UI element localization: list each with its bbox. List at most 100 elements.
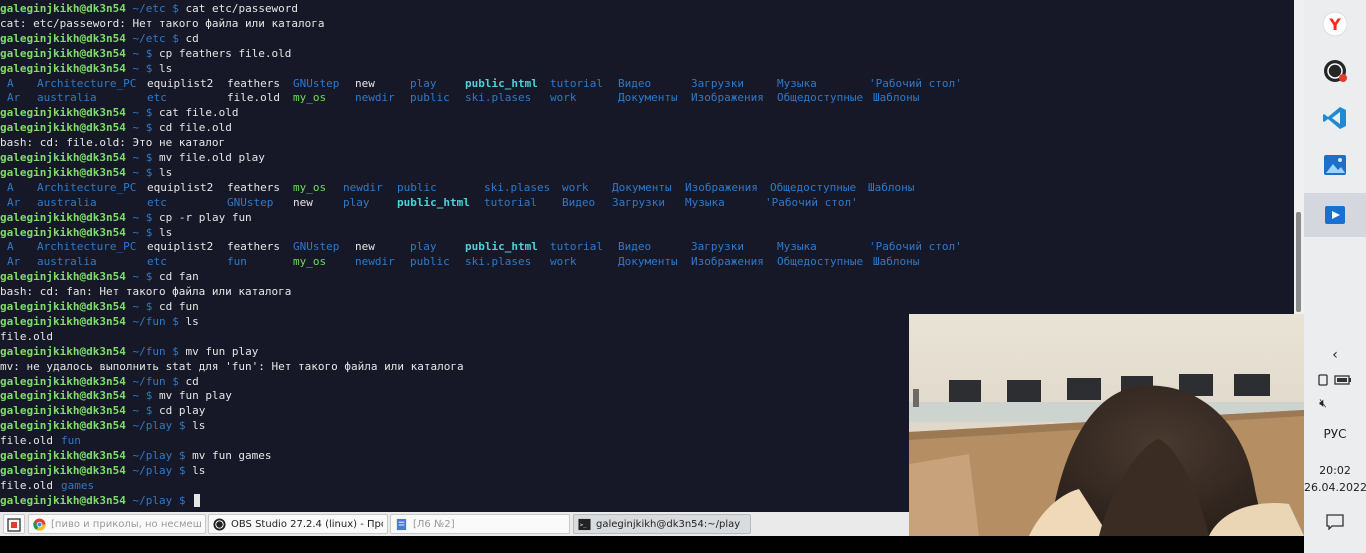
- ls-entry-directory: Загрузки: [612, 195, 665, 209]
- command-text: ls: [158, 225, 173, 239]
- prompt-symbol: $: [139, 46, 159, 60]
- ls-entry-directory: australia: [37, 255, 97, 269]
- clock-time[interactable]: 20:02: [1304, 464, 1366, 477]
- command-text: mv fun play: [158, 389, 232, 403]
- taskbar: [пиво и приколы, но несмешны... OBS Studi…: [0, 512, 909, 536]
- terminal-prompt-line: galeginjkikh@dk3n54 ~ $ cp feathers file…: [0, 46, 291, 61]
- prompt-symbol: $: [139, 121, 159, 135]
- prompt-symbol: $: [139, 404, 159, 418]
- prompt-user-host: galeginjkikh@dk3n54: [0, 106, 126, 120]
- prompt-user-host: galeginjkikh@dk3n54: [0, 374, 126, 388]
- chrome-icon: [33, 518, 46, 531]
- ls-entry-directory: Загрузки: [691, 76, 744, 90]
- terminal-output-line: bash: cd: fan: Нет такого файла или ката…: [0, 284, 291, 299]
- prompt-user-host: galeginjkikh@dk3n54: [0, 300, 126, 313]
- prompt-user-host: galeginjkikh@dk3n54: [0, 419, 126, 433]
- photos-dock-button-active[interactable]: [1304, 193, 1366, 237]
- prompt-path: ~/play: [125, 493, 173, 507]
- terminal-prompt-line: galeginjkikh@dk3n54 ~ $ mv fun play: [0, 388, 232, 403]
- prompt-path: ~: [125, 270, 140, 284]
- language-indicator[interactable]: РУС: [1304, 427, 1366, 441]
- prompt-path: ~: [125, 121, 140, 135]
- terminal-prompt-line: galeginjkikh@dk3n54 ~ $ ls: [0, 225, 172, 240]
- scrollbar-thumb[interactable]: [1296, 212, 1301, 312]
- taskbar-item-label: galeginjkikh@dk3n54:~/play: [596, 519, 741, 530]
- prompt-user-host: galeginjkikh@dk3n54: [0, 314, 126, 328]
- taskbar-item[interactable]: >_ galeginjkikh@dk3n54:~/play: [573, 514, 751, 534]
- ls-entry-directory: Музыка: [777, 76, 817, 90]
- terminal-prompt-line: galeginjkikh@dk3n54 ~ $ ls: [0, 61, 172, 76]
- ls-entry-directory: GNUstep: [227, 195, 274, 209]
- terminal-prompt-line: galeginjkikh@dk3n54 ~/play $ ls: [0, 463, 205, 478]
- prompt-user-host: galeginjkikh@dk3n54: [0, 270, 126, 284]
- ls-entry-file: file.old: [0, 434, 53, 448]
- svg-text:Y: Y: [1328, 15, 1341, 34]
- ls-output-row: A Architecture_PC equiplist2 feathers GNUste…: [0, 239, 1290, 254]
- ls-entry-file: feathers: [227, 180, 280, 194]
- ls-entry-directory: Музыка: [777, 240, 817, 254]
- bottom-bar: [0, 536, 1304, 553]
- ls-entry-directory: GNUstep: [293, 76, 340, 90]
- ls-entry-directory: ski.plases: [465, 255, 532, 269]
- vscode-dock-button[interactable]: [1311, 99, 1359, 137]
- prompt-path: ~/fun: [125, 314, 166, 328]
- ls-entry-directory: ski.plases: [465, 91, 532, 105]
- webcam-image: [909, 314, 1304, 536]
- command-text: mv file.old play: [158, 151, 265, 164]
- terminal-output-line: mv: не удалось выполнить stat для 'fun':…: [0, 359, 464, 374]
- taskbar-item[interactable]: OBS Studio 27.2.4 (linux) - Профи...: [208, 514, 388, 534]
- prompt-path: ~/play: [125, 419, 173, 433]
- chevron-left-icon[interactable]: ‹: [1304, 347, 1366, 363]
- device-battery-icon[interactable]: [1315, 372, 1355, 388]
- terminal-prompt-line: galeginjkikh@dk3n54 ~/etc $ cd: [0, 31, 199, 46]
- image-viewer-icon: [1324, 155, 1346, 175]
- obs-dock-button[interactable]: [1311, 52, 1359, 90]
- speaker-muted-icon[interactable]: 🔇︎: [1292, 396, 1354, 411]
- command-text: cat file.old: [158, 106, 239, 120]
- ls-entry-directory: newdir: [355, 91, 395, 105]
- output-text: cat: etc/passeword: Нет такого файла или…: [0, 16, 325, 30]
- prompt-symbol: $: [172, 463, 193, 477]
- prompt-user-host: galeginjkikh@dk3n54: [0, 493, 126, 507]
- output-text: bash: cd: file.old: Это не каталог: [0, 136, 226, 150]
- ls-output-row: Ar australia etc fun my_os newdir public ski.pl…: [0, 254, 1290, 269]
- taskbar-item[interactable]: [Л6 №2]: [390, 514, 570, 534]
- terminal-prompt-line: galeginjkikh@dk3n54 ~ $ cd fun: [0, 299, 199, 314]
- ls-entry-directory: public: [397, 180, 437, 194]
- clock-date[interactable]: 26.04.2022: [1304, 481, 1366, 494]
- taskbar-item[interactable]: [пиво и приколы, но несмешны...: [28, 514, 206, 534]
- prompt-path: ~: [125, 300, 140, 313]
- prompt-user-host: galeginjkikh@dk3n54: [0, 2, 126, 15]
- prompt-symbol: $: [172, 419, 193, 433]
- terminal-prompt-line: galeginjkikh@dk3n54 ~ $ cd file.old: [0, 120, 232, 135]
- prompt-path: ~/play: [125, 449, 173, 462]
- image-viewer-dock-button[interactable]: [1311, 146, 1359, 184]
- prompt-user-host: galeginjkikh@dk3n54: [0, 46, 126, 60]
- start-menu-button[interactable]: [3, 514, 25, 534]
- taskbar-item-label: [пиво и приколы, но несмешны...: [51, 519, 201, 530]
- ls-entry-directory: Architecture_PC: [37, 180, 137, 194]
- command-text: cp -r play fun: [158, 210, 252, 224]
- ls-entry-directory: ski.plases: [484, 180, 551, 194]
- ls-entry-directory: play: [410, 240, 437, 254]
- yandex-browser-button[interactable]: Y: [1311, 5, 1359, 43]
- ls-entry-directory: fun: [227, 255, 247, 269]
- ls-entry-directory: Музыка: [685, 195, 725, 209]
- terminal-prompt-line: galeginjkikh@dk3n54 ~ $ ls: [0, 165, 172, 180]
- terminal-cursor[interactable]: [194, 494, 201, 508]
- terminal-prompt-line: galeginjkikh@dk3n54 ~/play $: [0, 493, 201, 508]
- terminal-prompt-line: galeginjkikh@dk3n54 ~ $ cd fan: [0, 269, 199, 284]
- ls-entry-file: new: [293, 195, 313, 209]
- vscode-icon: [1323, 107, 1346, 129]
- document-icon: [395, 518, 408, 531]
- taskbar-item-label: OBS Studio 27.2.4 (linux) - Профи...: [231, 519, 383, 530]
- ls-entry-directory: Architecture_PC: [37, 76, 137, 90]
- prompt-user-host: galeginjkikh@dk3n54: [0, 344, 126, 358]
- ls-entry-file: equiplist2: [147, 240, 214, 254]
- notifications-icon[interactable]: [1304, 514, 1366, 534]
- ls-entry-directory: etc: [147, 195, 167, 209]
- ls-entry-directory: public: [410, 255, 450, 269]
- terminal-prompt-line: galeginjkikh@dk3n54 ~/play $ mv fun game…: [0, 448, 272, 463]
- prompt-user-host: galeginjkikh@dk3n54: [0, 449, 126, 462]
- prompt-symbol: $: [139, 151, 159, 164]
